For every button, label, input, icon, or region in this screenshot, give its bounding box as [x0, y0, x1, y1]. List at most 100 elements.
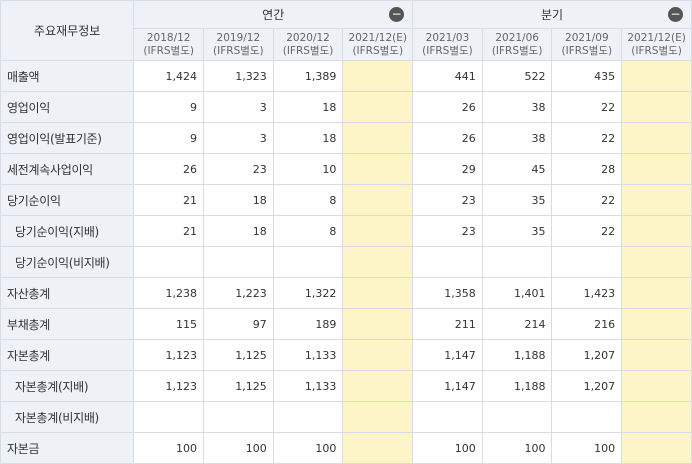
row-label[interactable]: 영업이익(발표기준) — [0, 122, 135, 154]
period-header[interactable]: 2019/12 (IFRS별도) — [203, 28, 274, 61]
period-header[interactable]: 2021/06 (IFRS별도) — [481, 28, 553, 61]
table-cell: 435 — [551, 60, 623, 92]
period-header[interactable]: 2021/12(E) (IFRS별도) — [621, 28, 692, 61]
period-header[interactable]: 2021/09 (IFRS별도) — [551, 28, 623, 61]
row-label[interactable]: 영업이익 — [0, 91, 135, 123]
table-cell: 1,322 — [272, 277, 344, 309]
table-cell — [621, 277, 692, 309]
table-cell: 22 — [551, 215, 623, 247]
table-row: 영업이익 9 3 18 26 38 22 — [0, 91, 692, 123]
table-cell: 1,207 — [551, 339, 623, 371]
table-cell — [621, 246, 692, 278]
table-cell: 1,207 — [551, 370, 623, 402]
table-cell: 211 — [412, 308, 483, 340]
table-cell — [342, 432, 414, 464]
period-date: 2021/09 — [565, 31, 609, 44]
table-cell — [621, 401, 692, 433]
table-row: 자산총계 1,238 1,223 1,322 1,358 1,401 1,423 — [0, 277, 692, 309]
table-cell: 23 — [412, 215, 483, 247]
table-cell: 10 — [272, 153, 344, 185]
table-cell: 3 — [203, 122, 274, 154]
table-cell: 18 — [203, 184, 274, 216]
table-cell: 23 — [203, 153, 274, 185]
collapse-quarterly-icon[interactable]: − — [668, 7, 683, 22]
table-cell: 8 — [272, 215, 344, 247]
table-cell: 1,125 — [203, 339, 274, 371]
table-cell — [342, 153, 414, 185]
table-cell: 100 — [133, 432, 205, 464]
row-label[interactable]: 매출액 — [0, 60, 135, 92]
row-label[interactable]: 자본총계(지배) — [0, 370, 135, 402]
period-basis: (IFRS별도) — [282, 44, 334, 57]
period-header[interactable]: 2021/03 (IFRS별도) — [412, 28, 483, 61]
table-row: 부채총계 115 97 189 211 214 216 — [0, 308, 692, 340]
table-cell — [342, 246, 414, 278]
table-row: 자본총계(비지배) — [0, 401, 692, 433]
table-cell — [412, 401, 483, 433]
table-cell — [621, 91, 692, 123]
table-cell — [342, 60, 414, 92]
row-label[interactable]: 자본총계 — [0, 339, 135, 371]
table-cell — [621, 432, 692, 464]
table-row: 매출액 1,424 1,323 1,389 441 522 435 — [0, 60, 692, 92]
table-cell — [621, 339, 692, 371]
row-label[interactable]: 당기순이익 — [0, 184, 135, 216]
collapse-annual-icon[interactable]: − — [389, 7, 405, 22]
table-cell: 22 — [551, 91, 623, 123]
table-row: 당기순이익(비지배) — [0, 246, 692, 278]
row-label[interactable]: 자본금 — [0, 432, 135, 464]
period-basis: (IFRS별도) — [631, 44, 682, 57]
period-date: 2018/12 — [146, 31, 191, 44]
table-cell: 18 — [272, 91, 344, 123]
period-header[interactable]: 2021/12(E) (IFRS별도) — [342, 28, 414, 61]
table-cell — [272, 246, 344, 278]
table-cell — [621, 215, 692, 247]
row-label[interactable]: 세전계속사업이익 — [0, 153, 135, 185]
table-cell: 115 — [133, 308, 205, 340]
table-cell — [133, 246, 205, 278]
row-label[interactable]: 당기순이익(지배) — [0, 215, 135, 247]
table-cell: 214 — [481, 308, 553, 340]
table-cell — [272, 401, 344, 433]
table-corner-label: 주요재무정보 — [0, 0, 135, 61]
table-cell: 29 — [412, 153, 483, 185]
table-cell — [621, 308, 692, 340]
table-cell — [481, 246, 553, 278]
table-row: 세전계속사업이익 26 23 10 29 45 28 — [0, 153, 692, 185]
table-cell: 1,401 — [481, 277, 553, 309]
table-cell — [342, 215, 414, 247]
row-label[interactable]: 자산총계 — [0, 277, 135, 309]
table-cell — [621, 60, 692, 92]
row-label[interactable]: 부채총계 — [0, 308, 135, 340]
table-cell: 38 — [481, 122, 553, 154]
row-label[interactable]: 자본총계(비지배) — [0, 401, 135, 433]
table-row: 당기순이익 21 18 8 23 35 22 — [0, 184, 692, 216]
table-cell: 1,188 — [481, 370, 553, 402]
table-cell — [342, 184, 414, 216]
quarterly-group-header: 분기 − — [412, 0, 692, 29]
table-cell: 1,423 — [551, 277, 623, 309]
table-cell: 441 — [412, 60, 483, 92]
period-date: 2021/06 — [495, 31, 539, 44]
table-cell — [342, 370, 414, 402]
table-cell: 100 — [203, 432, 274, 464]
row-label[interactable]: 당기순이익(비지배) — [0, 246, 135, 278]
table-cell: 26 — [412, 91, 483, 123]
table-cell: 18 — [203, 215, 274, 247]
table-cell: 22 — [551, 184, 623, 216]
table-cell: 23 — [412, 184, 483, 216]
period-basis: (IFRS별도) — [143, 44, 194, 57]
period-header[interactable]: 2020/12 (IFRS별도) — [272, 28, 344, 61]
period-basis: (IFRS별도) — [491, 44, 543, 57]
table-cell: 28 — [551, 153, 623, 185]
table-cell: 1,147 — [412, 339, 483, 371]
table-cell: 1,133 — [272, 370, 344, 402]
table-cell: 97 — [203, 308, 274, 340]
table-cell: 100 — [272, 432, 344, 464]
table-cell: 9 — [133, 91, 205, 123]
table-row: 영업이익(발표기준) 9 3 18 26 38 22 — [0, 122, 692, 154]
table-cell — [551, 246, 623, 278]
period-header[interactable]: 2018/12 (IFRS별도) — [133, 28, 205, 61]
table-cell: 35 — [481, 184, 553, 216]
table-cell — [203, 246, 274, 278]
